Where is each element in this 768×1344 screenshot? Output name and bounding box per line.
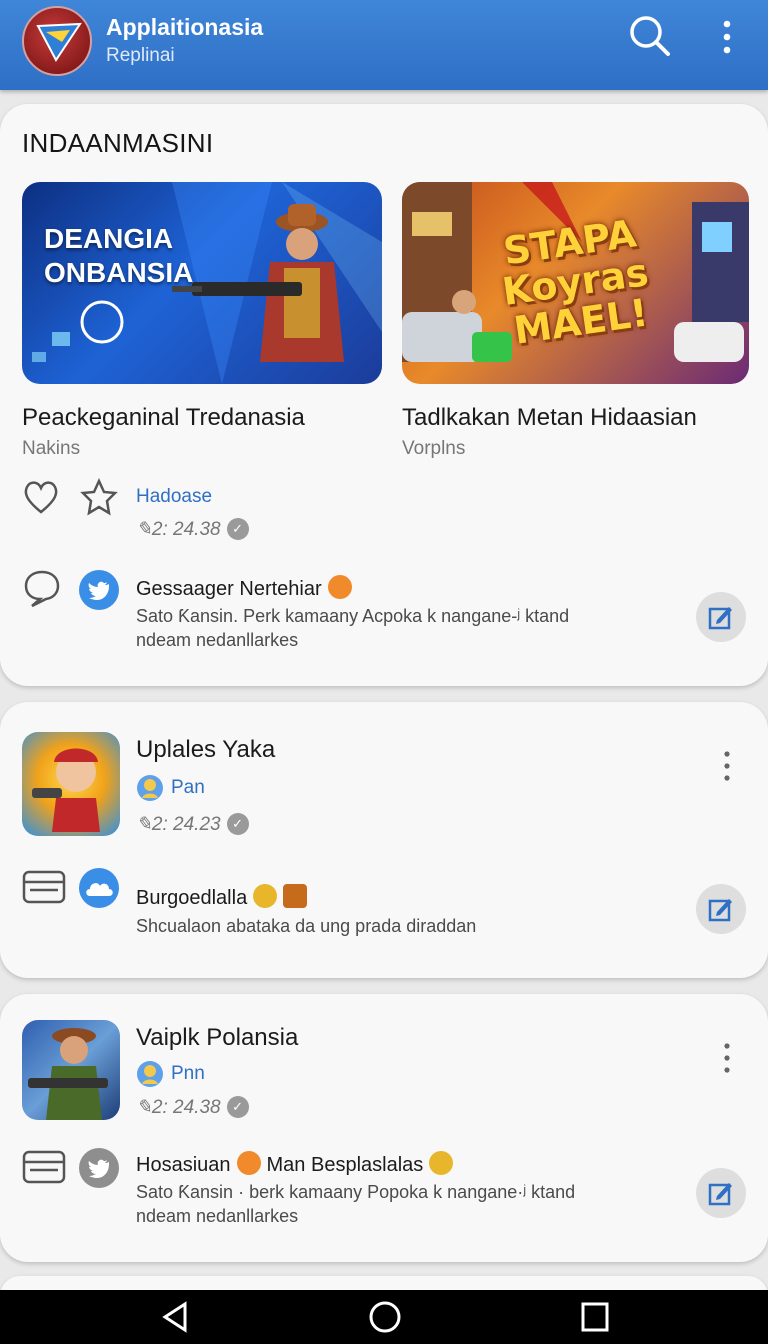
app-logo[interactable]: [22, 6, 92, 76]
post-title-text: Gessaager Nertehiar: [136, 578, 322, 600]
post-title: Gessaager Nertehiar: [136, 575, 352, 601]
stat-line: ✎2: 24.23 ✓: [136, 813, 249, 836]
edit-button[interactable]: [696, 884, 746, 934]
rank-icon: ✎: [136, 519, 152, 540]
edit-button[interactable]: [696, 1168, 746, 1218]
post-body: Sato Ƙansin. Perk kamaany Acpoka k nanga…: [136, 606, 570, 650]
edit-icon: [708, 899, 732, 922]
chat-bubble-icon[interactable]: [22, 568, 62, 613]
heart-icon[interactable]: [22, 478, 60, 521]
verified-icon: ✓: [226, 518, 249, 540]
more-vert-icon[interactable]: [712, 18, 742, 58]
app-title: Applaitionasia: [106, 14, 264, 40]
stat-value: 2: 24.38: [151, 1097, 221, 1118]
tag-link[interactable]: Hadoase: [136, 486, 212, 508]
app-name[interactable]: Uplales Yaka: [136, 736, 275, 764]
twitter-bird-icon[interactable]: [79, 1148, 119, 1188]
search-icon[interactable]: [628, 14, 672, 58]
game-meta: Nakins: [22, 438, 81, 459]
rank-icon: ✎: [136, 1097, 152, 1118]
emoji-icon: [429, 1151, 454, 1175]
banner-logo-text: STAPA Koyras MAEL!: [499, 211, 652, 353]
recents-icon[interactable]: [580, 1300, 610, 1339]
more-vert-icon[interactable]: [716, 748, 738, 788]
emoji-icon: [236, 1151, 261, 1175]
post-title-text: Hosasiuan: [136, 1154, 231, 1176]
back-icon[interactable]: [160, 1300, 190, 1339]
badge-icon[interactable]: [80, 477, 118, 521]
emoji-icon: [283, 884, 308, 908]
game-meta: Vorplns: [402, 438, 466, 459]
featured-card: INDAANMASINI DEANGIA ONBANSIA STAPA Koyr…: [0, 104, 768, 686]
publisher-avatar-icon: [136, 1060, 164, 1093]
app-card[interactable]: Vaiplk Polansia Pnn ✎2: 24.38 ✓ Hosasiuan…: [0, 994, 768, 1262]
game-title[interactable]: Peackeganinal Tredanasia: [22, 404, 305, 432]
system-nav-bar: [0, 1290, 768, 1344]
edit-button[interactable]: [696, 592, 746, 642]
wallet-icon[interactable]: [22, 1148, 66, 1189]
post-title: Burgoedlalla: [136, 884, 308, 910]
post-title-text: Man Besplaslalas: [266, 1154, 424, 1176]
verified-icon: ✓: [226, 1096, 249, 1118]
post-body: Sato Ƙansin · berk kamaany Popoka k nang…: [136, 1182, 576, 1226]
post-body: Shcualaon abataka da ung prada diraddan: [136, 916, 477, 936]
publisher-link[interactable]: Pan: [171, 777, 205, 799]
game-banner[interactable]: STAPA Koyras MAEL!: [402, 182, 749, 384]
stat-value: 2: 24.38: [151, 519, 221, 540]
stat-line: ✎2: 24.38 ✓: [136, 1096, 249, 1119]
app-icon-art: [32, 748, 100, 832]
game-title[interactable]: Tadlkakan Metan Hidaasian: [402, 404, 697, 432]
edit-icon: [708, 1183, 732, 1206]
section-title: INDAANMASINI: [22, 128, 214, 158]
emoji-icon: [327, 575, 352, 599]
post-title-text: Burgoedlalla: [136, 887, 248, 909]
game-banner[interactable]: DEANGIA ONBANSIA: [22, 182, 382, 384]
emoji-icon: [253, 884, 278, 908]
cloud-icon[interactable]: [79, 868, 119, 908]
app-card[interactable]: Uplales Yaka Pan ✎2: 24.23 ✓ Burgoedlalla…: [0, 702, 768, 978]
home-icon[interactable]: [368, 1300, 402, 1339]
stat-line: ✎2: 24.38 ✓: [136, 518, 249, 541]
publisher-link[interactable]: Pnn: [171, 1063, 205, 1085]
wallet-icon[interactable]: [22, 868, 66, 909]
app-icon[interactable]: [22, 732, 120, 836]
stat-value: 2: 24.23: [151, 814, 221, 835]
rank-icon: ✎: [136, 814, 152, 835]
banner-title: DEANGIA ONBANSIA: [44, 223, 194, 288]
twitter-bird-icon[interactable]: [79, 570, 119, 610]
app-name[interactable]: Vaiplk Polansia: [136, 1024, 298, 1052]
app-bar: Applaitionasia Replinai: [0, 0, 768, 90]
more-vert-icon[interactable]: [716, 1040, 738, 1080]
edit-icon: [708, 607, 732, 630]
verified-icon: ✓: [226, 813, 249, 835]
app-icon[interactable]: [22, 1020, 120, 1120]
post-title: Hosasiuan Man Besplaslalas: [136, 1151, 454, 1177]
app-subtitle: Replinai: [106, 45, 175, 66]
app-icon-art: [28, 1028, 108, 1120]
publisher-avatar-icon: [136, 774, 164, 807]
